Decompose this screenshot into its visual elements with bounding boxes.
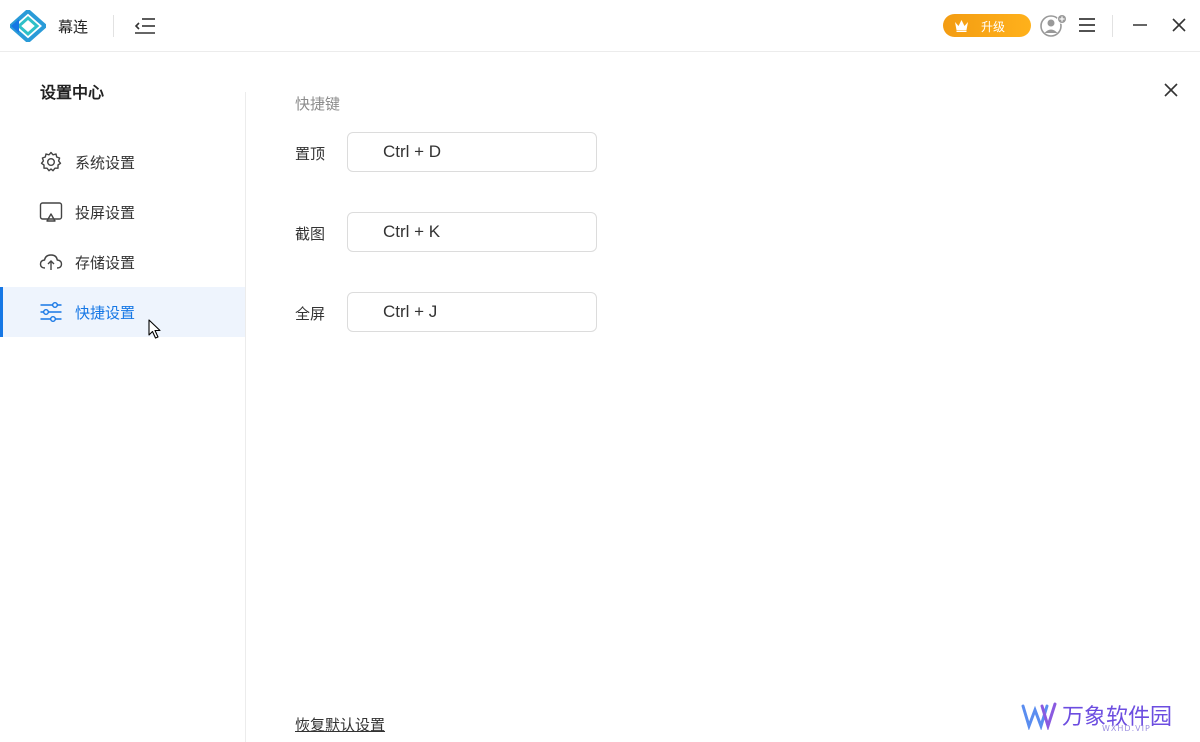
titlebar-divider xyxy=(113,15,114,37)
shortcut-input-screenshot[interactable]: Ctrl + K xyxy=(347,212,597,252)
gear-icon xyxy=(40,151,62,172)
minimize-icon[interactable] xyxy=(1132,17,1148,33)
sidebar-item-system[interactable]: 系统设置 xyxy=(0,137,245,187)
sliders-icon xyxy=(40,302,62,322)
sidebar-item-label: 系统设置 xyxy=(75,154,136,172)
active-indicator xyxy=(0,287,3,337)
shortcut-label-fullscreen: 全屏 xyxy=(295,305,326,323)
watermark-logo-icon xyxy=(1021,702,1057,730)
watermark: 万象软件园 WXHD.VIP xyxy=(1020,698,1190,738)
upgrade-label: 升级 xyxy=(981,20,1006,34)
close-settings-icon[interactable] xyxy=(1162,81,1180,99)
sidebar-item-label: 快捷设置 xyxy=(75,304,136,322)
shortcut-label-pin: 置顶 xyxy=(295,145,326,163)
close-window-icon[interactable] xyxy=(1171,17,1187,33)
sidebar-item-screencast[interactable]: 投屏设置 xyxy=(0,187,245,237)
sidebar-item-storage[interactable]: 存储设置 xyxy=(0,237,245,287)
crown-icon xyxy=(955,20,968,32)
settings-sidebar: 设置中心 系统设置 投屏设置 存储设置 快捷设置 xyxy=(0,52,245,742)
collapse-sidebar-icon[interactable] xyxy=(134,15,156,37)
section-title: 快捷键 xyxy=(295,95,341,113)
sidebar-title: 设置中心 xyxy=(40,83,105,102)
app-logo-icon xyxy=(10,10,46,42)
sidebar-item-label: 存储设置 xyxy=(75,254,136,272)
shortcut-input-fullscreen[interactable]: Ctrl + J xyxy=(347,292,597,332)
shortcut-label-screenshot: 截图 xyxy=(295,225,326,243)
user-avatar-icon[interactable] xyxy=(1040,13,1068,39)
title-bar: 幕连 升级 xyxy=(0,0,1200,52)
reset-defaults-link[interactable]: 恢复默认设置 xyxy=(295,714,385,735)
watermark-subtext: WXHD.VIP xyxy=(1102,724,1151,733)
app-name: 幕连 xyxy=(58,18,89,36)
shortcut-input-pin[interactable]: Ctrl + D xyxy=(347,132,597,172)
sidebar-divider xyxy=(245,92,246,742)
sidebar-item-shortcuts[interactable]: 快捷设置 xyxy=(0,287,245,337)
menu-icon[interactable] xyxy=(1078,17,1096,33)
mouse-cursor-icon xyxy=(148,319,161,339)
titlebar-divider-right xyxy=(1112,15,1113,37)
upgrade-button[interactable]: 升级 xyxy=(943,14,1031,37)
cloud-icon xyxy=(39,254,63,270)
sidebar-item-label: 投屏设置 xyxy=(75,204,136,222)
screencast-icon xyxy=(39,202,63,222)
